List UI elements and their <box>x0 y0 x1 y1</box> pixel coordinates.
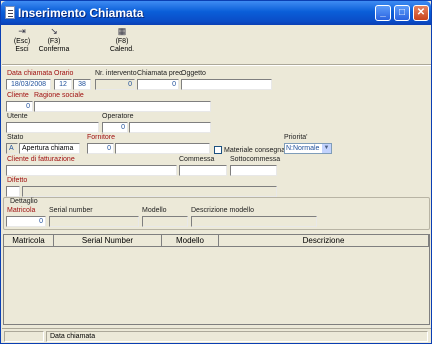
materiale-consegnato-checkbox[interactable] <box>214 146 222 154</box>
exit-shortcut: (Esc) <box>13 38 31 45</box>
title-bar[interactable]: Inserimento Chiamata _ □ ✕ <box>1 1 431 25</box>
oggetto-field[interactable] <box>181 79 272 90</box>
ragione-sociale-label: Ragione sociale <box>34 92 84 99</box>
modello-field <box>142 216 188 227</box>
minimize-button[interactable]: _ <box>375 5 391 21</box>
calendar-label: Calend. <box>109 46 135 53</box>
operatore-code-field[interactable]: 0 <box>102 122 128 133</box>
exit-button[interactable]: ⇥ (Esc) Esci <box>4 26 40 60</box>
grid-header: Matricola Serial Number Modello Descrizi… <box>4 235 429 247</box>
toolbar-separator <box>2 64 431 66</box>
cliente-field[interactable]: 0 <box>6 101 33 112</box>
dettaglio-title: Dettaglio <box>9 198 39 206</box>
commessa-label: Commessa <box>179 156 215 163</box>
oggetto-label: Oggetto <box>181 70 206 77</box>
fornitore-label: Fornitore <box>87 134 116 141</box>
sottocommessa-label: Sottocommessa <box>230 156 281 163</box>
commessa-field[interactable] <box>179 165 227 176</box>
matricola-label: Matricola <box>7 207 36 214</box>
calendar-icon: ▦ <box>117 26 127 36</box>
data-chiamata-label: Data chiamata <box>7 70 53 77</box>
app-icon <box>5 6 15 19</box>
priorita-select[interactable]: N:Normale ▼ <box>284 143 332 154</box>
ragione-sociale-field[interactable] <box>34 101 211 112</box>
main-window: Inserimento Chiamata _ □ ✕ ⇥ (Esc) Esci … <box>0 0 432 344</box>
confirm-label: Conferma <box>38 46 70 53</box>
chiamata-prec-field[interactable]: 0 <box>137 79 179 90</box>
confirm-icon: ↘ <box>50 26 58 36</box>
cliente-fatturazione-label: Cliente di fatturazione <box>7 156 75 163</box>
orario-hour-field[interactable]: 12 <box>54 79 72 90</box>
difetto-desc-field <box>22 186 277 197</box>
column-header-matricola[interactable]: Matricola <box>4 235 54 247</box>
fornitore-code-field[interactable]: 0 <box>87 143 114 154</box>
matricola-field[interactable]: 0 <box>6 216 46 227</box>
difetto-code-field[interactable] <box>6 186 20 197</box>
priorita-label: Priorita' <box>284 134 308 141</box>
column-header-serial-number[interactable]: Serial Number <box>54 235 162 247</box>
stato-code-field: A <box>6 143 18 154</box>
serial-number-label: Serial number <box>49 207 93 214</box>
orario-label: Orario <box>54 70 74 77</box>
status-bar: Data chiamata <box>2 328 431 343</box>
operatore-label: Operatore <box>102 113 134 120</box>
detail-grid[interactable]: Matricola Serial Number Modello Descrizi… <box>3 234 430 325</box>
exit-label: Esci <box>15 46 29 53</box>
exit-icon: ⇥ <box>18 26 26 36</box>
stato-label: Stato <box>7 134 24 141</box>
operatore-name-field[interactable] <box>129 122 211 133</box>
calendar-button[interactable]: ▦ (F8) Calend. <box>104 26 140 60</box>
column-header-modello[interactable]: Modello <box>162 235 219 247</box>
calendar-shortcut: (F8) <box>115 38 129 45</box>
nr-intervento-field: 0 <box>95 79 135 90</box>
minimize-icon: _ <box>380 7 386 18</box>
maximize-button[interactable]: □ <box>394 5 410 21</box>
serial-number-field <box>49 216 139 227</box>
chevron-down-icon[interactable]: ▼ <box>322 144 331 153</box>
maximize-icon: □ <box>398 7 406 18</box>
fornitore-name-field[interactable] <box>115 143 210 154</box>
data-chiamata-field[interactable]: 18/03/2008 <box>6 79 51 90</box>
status-pane-empty <box>4 331 44 342</box>
confirm-button[interactable]: ↘ (F3) Conferma <box>36 26 72 60</box>
status-text: Data chiamata <box>46 331 428 342</box>
sottocommessa-field[interactable] <box>230 165 277 176</box>
confirm-shortcut: (F3) <box>47 38 61 45</box>
orario-minute-field[interactable]: 38 <box>73 79 91 90</box>
descrizione-modello-label: Descrizione modello <box>191 207 255 214</box>
stato-desc-field: Apertura chiama <box>19 143 80 154</box>
descrizione-modello-field <box>191 216 317 227</box>
utente-field[interactable] <box>6 122 99 133</box>
utente-label: Utente <box>7 113 28 120</box>
close-icon: ✕ <box>416 7 426 18</box>
nr-intervento-label: Nr. intervento <box>95 70 137 77</box>
cliente-fatturazione-field[interactable] <box>6 165 177 176</box>
close-button[interactable]: ✕ <box>413 5 429 21</box>
priorita-value: N:Normale <box>286 145 320 152</box>
chiamata-prec-label: Chiamata prec. <box>137 70 185 77</box>
difetto-label: Difetto <box>7 177 28 184</box>
window-title: Inserimento Chiamata <box>18 6 144 20</box>
cliente-label: Cliente <box>7 92 29 99</box>
modello-label: Modello <box>142 207 167 214</box>
materiale-consegnato-label: Materiale consegnato <box>224 147 291 154</box>
toolbar: ⇥ (Esc) Esci ↘ (F3) Conferma ▦ (F8) Cale… <box>2 25 431 62</box>
column-header-descrizione[interactable]: Descrizione <box>219 235 429 247</box>
